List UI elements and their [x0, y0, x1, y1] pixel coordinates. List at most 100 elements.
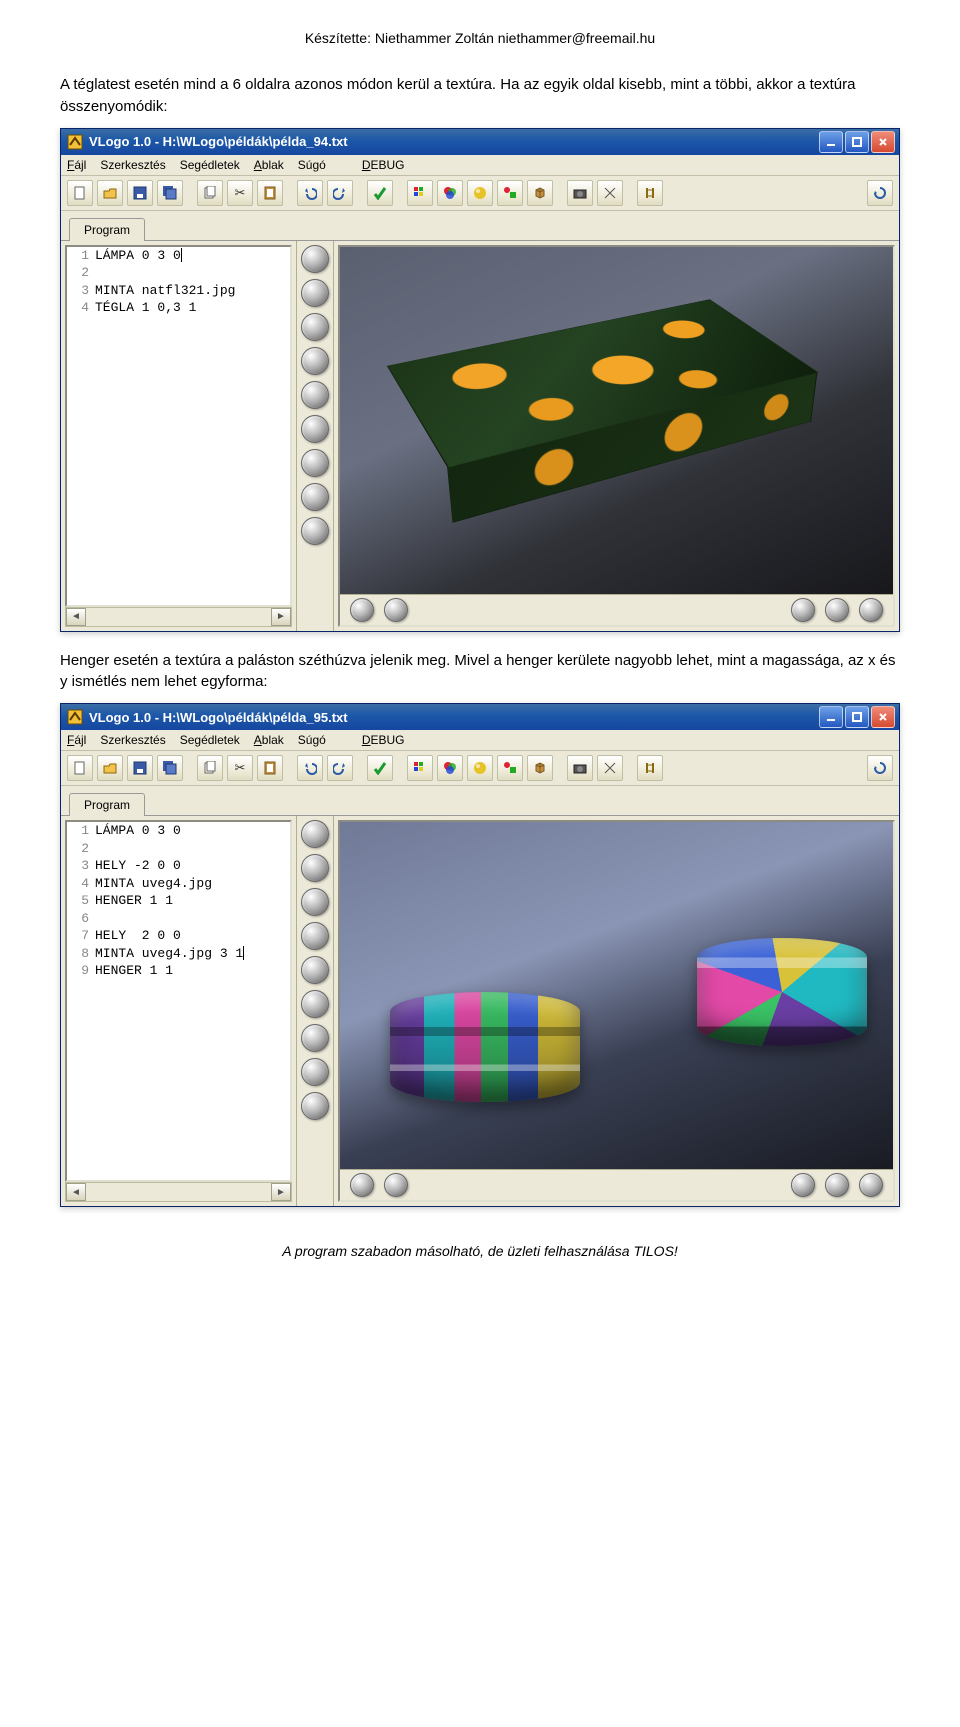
- title-bar[interactable]: VLogo 1.0 - H:\WLogo\példák\példa_95.txt: [61, 704, 899, 730]
- camera-icon[interactable]: [567, 755, 593, 781]
- preview-tool-orb[interactable]: [301, 854, 329, 882]
- maximize-button[interactable]: [845, 131, 869, 153]
- menu-file[interactable]: Fájl: [67, 733, 86, 747]
- preview-control-orb[interactable]: [350, 1173, 374, 1197]
- menu-bar[interactable]: Fájl Szerkesztés Segédletek Ablak Súgó D…: [61, 155, 899, 176]
- title-bar[interactable]: VLogo 1.0 - H:\WLogo\példák\példa_94.txt: [61, 129, 899, 155]
- preview-tool-orb[interactable]: [301, 313, 329, 341]
- menu-window[interactable]: Ablak: [254, 158, 284, 172]
- new-icon[interactable]: [67, 755, 93, 781]
- minimize-button[interactable]: [819, 131, 843, 153]
- preview-control-orb[interactable]: [384, 1173, 408, 1197]
- preview-tool-orb[interactable]: [301, 449, 329, 477]
- preview-tool-orb[interactable]: [301, 1058, 329, 1086]
- menu-debug[interactable]: DEBUG: [362, 733, 405, 747]
- paste-icon[interactable]: [257, 755, 283, 781]
- axes-icon[interactable]: [597, 180, 623, 206]
- menu-file[interactable]: Fájl: [67, 158, 86, 172]
- preview-tool-orb[interactable]: [301, 922, 329, 950]
- preview-control-orb[interactable]: [791, 598, 815, 622]
- menu-edit[interactable]: Szerkesztés: [100, 158, 165, 172]
- check-icon[interactable]: [367, 755, 393, 781]
- preview-control-orb[interactable]: [791, 1173, 815, 1197]
- scroll-right-icon[interactable]: ►: [271, 1183, 291, 1201]
- palette-icon[interactable]: [407, 180, 433, 206]
- scroll-left-icon[interactable]: ◄: [66, 608, 86, 626]
- maximize-button[interactable]: [845, 706, 869, 728]
- redo-icon[interactable]: [327, 180, 353, 206]
- preview-tool-orb[interactable]: [301, 820, 329, 848]
- preview-tool-orb[interactable]: [301, 381, 329, 409]
- save-all-icon[interactable]: [157, 180, 183, 206]
- preview-control-orb[interactable]: [859, 598, 883, 622]
- cut-icon[interactable]: ✂: [227, 180, 253, 206]
- cube-icon[interactable]: [527, 755, 553, 781]
- preview-tool-orb[interactable]: [301, 415, 329, 443]
- undo-icon[interactable]: [297, 180, 323, 206]
- preview-tool-orb[interactable]: [301, 990, 329, 1018]
- colors-icon[interactable]: [437, 755, 463, 781]
- code-editor[interactable]: 1LÁMPA 0 3 023MINTA natfl321.jpg4TÉGLA 1…: [65, 245, 292, 607]
- preview-tool-orb[interactable]: [301, 483, 329, 511]
- preview-tool-orb[interactable]: [301, 517, 329, 545]
- open-icon[interactable]: [97, 755, 123, 781]
- copy-icon[interactable]: [197, 755, 223, 781]
- cycle-icon[interactable]: [867, 180, 893, 206]
- check-icon[interactable]: [367, 180, 393, 206]
- new-icon[interactable]: [67, 180, 93, 206]
- copy-icon[interactable]: [197, 180, 223, 206]
- menu-window[interactable]: Ablak: [254, 733, 284, 747]
- preview-tool-orb[interactable]: [301, 279, 329, 307]
- primitives-icon[interactable]: [497, 180, 523, 206]
- preview-control-orb[interactable]: [350, 598, 374, 622]
- mirror-icon[interactable]: [637, 180, 663, 206]
- preview-viewport[interactable]: [338, 820, 895, 1202]
- primitives-icon[interactable]: [497, 755, 523, 781]
- paste-icon[interactable]: [257, 180, 283, 206]
- hscrollbar[interactable]: ◄ ►: [65, 1182, 292, 1202]
- colors-icon[interactable]: [437, 180, 463, 206]
- cut-icon[interactable]: ✂: [227, 755, 253, 781]
- preview-control-orb[interactable]: [859, 1173, 883, 1197]
- scroll-right-icon[interactable]: ►: [271, 608, 291, 626]
- save-all-icon[interactable]: [157, 755, 183, 781]
- sphere-icon[interactable]: [467, 180, 493, 206]
- menu-tools[interactable]: Segédletek: [180, 158, 240, 172]
- save-icon[interactable]: [127, 755, 153, 781]
- preview-control-orb[interactable]: [384, 598, 408, 622]
- menu-debug[interactable]: DEBUG: [362, 158, 405, 172]
- mirror-icon[interactable]: [637, 755, 663, 781]
- preview-viewport[interactable]: [338, 245, 895, 627]
- open-icon[interactable]: [97, 180, 123, 206]
- axes-icon[interactable]: [597, 755, 623, 781]
- palette-icon[interactable]: [407, 755, 433, 781]
- tab-program[interactable]: Program: [69, 793, 145, 816]
- tab-program[interactable]: Program: [69, 218, 145, 241]
- cycle-icon[interactable]: [867, 755, 893, 781]
- preview-tool-orb[interactable]: [301, 1092, 329, 1120]
- code-editor[interactable]: 1LÁMPA 0 3 023HELY -2 0 04MINTA uveg4.jp…: [65, 820, 292, 1182]
- minimize-button[interactable]: [819, 706, 843, 728]
- preview-tool-orb[interactable]: [301, 1024, 329, 1052]
- preview-control-orb[interactable]: [825, 1173, 849, 1197]
- cube-icon[interactable]: [527, 180, 553, 206]
- save-icon[interactable]: [127, 180, 153, 206]
- undo-icon[interactable]: [297, 755, 323, 781]
- redo-icon[interactable]: [327, 755, 353, 781]
- preview-tool-orb[interactable]: [301, 888, 329, 916]
- menu-tools[interactable]: Segédletek: [180, 733, 240, 747]
- preview-tool-orb[interactable]: [301, 245, 329, 273]
- preview-tool-orb[interactable]: [301, 956, 329, 984]
- menu-help[interactable]: Súgó: [298, 158, 326, 172]
- scroll-left-icon[interactable]: ◄: [66, 1183, 86, 1201]
- menu-help[interactable]: Súgó: [298, 733, 326, 747]
- sphere-icon[interactable]: [467, 755, 493, 781]
- hscrollbar[interactable]: ◄ ►: [65, 607, 292, 627]
- menu-edit[interactable]: Szerkesztés: [100, 733, 165, 747]
- camera-icon[interactable]: [567, 180, 593, 206]
- close-button[interactable]: [871, 131, 895, 153]
- preview-tool-orb[interactable]: [301, 347, 329, 375]
- close-button[interactable]: [871, 706, 895, 728]
- menu-bar[interactable]: Fájl Szerkesztés Segédletek Ablak Súgó D…: [61, 730, 899, 751]
- preview-control-orb[interactable]: [825, 598, 849, 622]
